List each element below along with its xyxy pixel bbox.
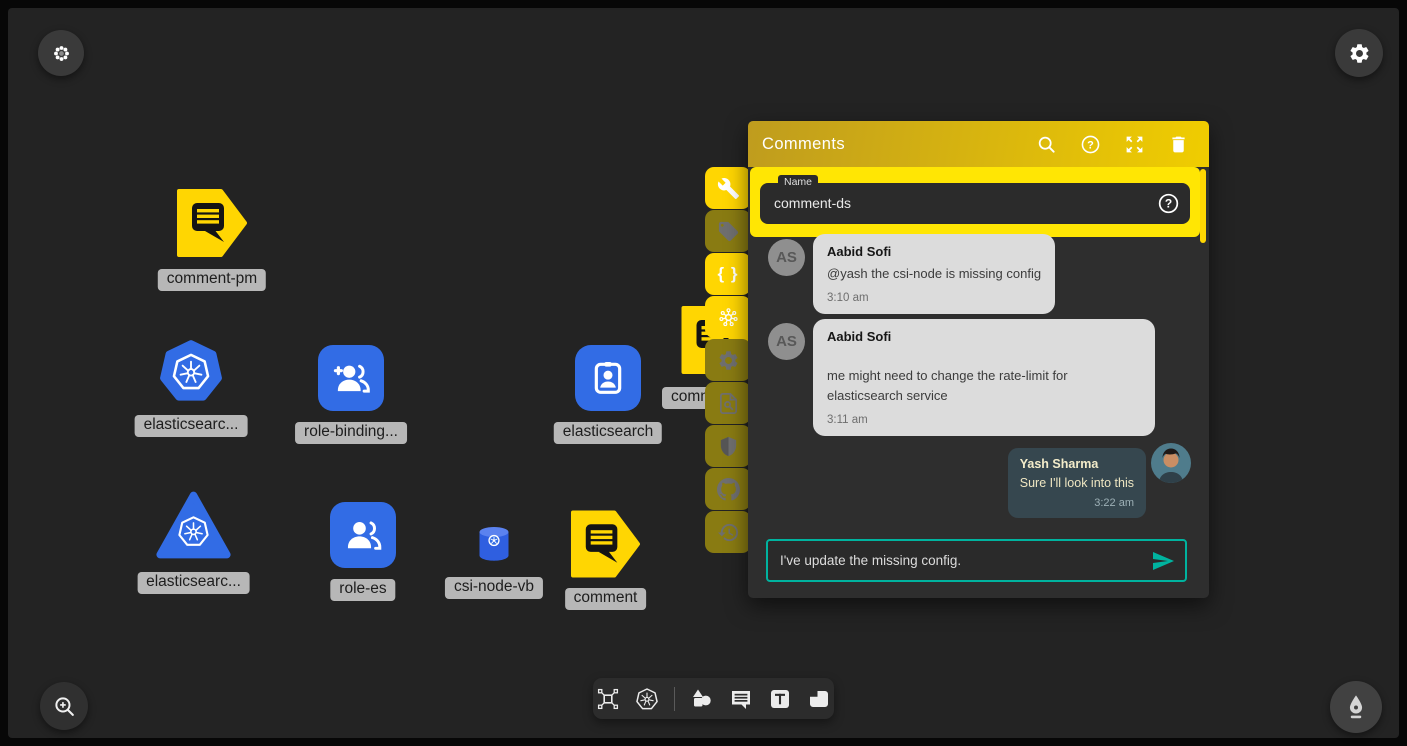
mesh-hub-button[interactable] — [705, 296, 751, 338]
avatar-initials: AS — [776, 333, 797, 350]
node-action-toolbar: { } — [705, 167, 751, 554]
comments-panel: Comments Name comment-ds AS Aabid Sofi — [748, 121, 1209, 598]
kubernetes-triangle-icon — [156, 491, 231, 559]
label-button[interactable] — [705, 210, 751, 252]
node-comment-pm[interactable]: comment-pm — [176, 188, 248, 258]
node-label: csi-node-vb — [445, 577, 543, 599]
pen-tool-button[interactable] — [1330, 681, 1382, 733]
name-input[interactable]: Name comment-ds — [760, 183, 1190, 224]
configure-button[interactable] — [705, 167, 751, 209]
settings-action-button[interactable] — [705, 339, 751, 381]
node-label: comment-pm — [158, 269, 266, 291]
node-role-es[interactable]: role-es — [330, 502, 396, 568]
node-label: elasticsearc... — [135, 415, 248, 437]
node-csi-node-vb[interactable]: csi-node-vb — [475, 525, 513, 563]
braces-icon: { } — [718, 264, 739, 284]
tag-icon — [717, 220, 740, 243]
storage-cylinder-icon — [475, 525, 513, 563]
application-window: comm comment-pm elasticsearc... — [0, 0, 1407, 746]
security-button[interactable] — [705, 425, 751, 467]
message-text: me might need to change the rate-limit f… — [827, 366, 1141, 406]
node-label: role-binding... — [295, 422, 407, 444]
zoom-button[interactable] — [40, 682, 88, 730]
role-binding-icon — [318, 345, 384, 411]
delete-icon[interactable] — [1168, 134, 1189, 155]
node-label: comment — [565, 588, 647, 610]
service-account-icon — [575, 345, 641, 411]
text-tool-icon[interactable] — [768, 687, 792, 711]
message-author: Yash Sharma — [1020, 457, 1134, 471]
name-field-label: Name — [778, 175, 818, 189]
panel-title: Comments — [762, 135, 1013, 154]
shapes-icon[interactable] — [690, 687, 714, 711]
message-time: 3:11 am — [827, 414, 1141, 426]
app-menu-button[interactable] — [38, 30, 84, 76]
gear-icon — [1348, 42, 1371, 65]
comment-message: Aabid Sofi @yash the csi-node is missing… — [813, 234, 1055, 314]
flower-burst-icon — [51, 43, 72, 64]
comment-tool-icon[interactable] — [729, 687, 753, 711]
gear-icon — [717, 349, 740, 372]
name-field-block: Name comment-ds — [750, 167, 1200, 237]
comment-node-icon — [570, 509, 641, 579]
help-icon[interactable] — [1080, 134, 1101, 155]
message-author: Aabid Sofi — [827, 329, 1141, 344]
settings-button[interactable] — [1335, 29, 1383, 77]
message-time: 3:22 am — [1020, 497, 1134, 509]
file-search-icon — [717, 392, 740, 415]
node-label: elasticsearch — [554, 422, 662, 444]
search-icon[interactable] — [1036, 134, 1057, 155]
inspect-resource-button[interactable] — [705, 382, 751, 424]
avatar: AS — [768, 323, 805, 360]
pen-nib-icon — [1342, 693, 1370, 721]
avatar-photo — [1151, 443, 1191, 483]
history-button[interactable] — [705, 511, 751, 553]
avatar-initials: AS — [776, 249, 797, 266]
node-role-binding[interactable]: role-binding... — [318, 345, 384, 411]
message-author: Aabid Sofi — [827, 244, 1041, 259]
comments-panel-header[interactable]: Comments — [748, 121, 1209, 167]
comment-input[interactable] — [768, 553, 1151, 568]
node-comment[interactable]: comment — [570, 509, 641, 579]
expand-icon[interactable] — [1124, 134, 1145, 155]
send-icon[interactable] — [1151, 549, 1175, 573]
node-label: role-es — [330, 579, 395, 601]
canvas-tools-toolbar — [593, 678, 834, 719]
zoom-in-icon — [52, 694, 77, 719]
avatar: AS — [768, 239, 805, 276]
help-icon[interactable] — [1157, 192, 1180, 215]
node-elasticsearch-triangle[interactable]: elasticsearc... — [156, 491, 231, 559]
node-elasticsearch-heptagon[interactable]: elasticsearc... — [158, 338, 224, 404]
kubernetes-icon[interactable] — [635, 687, 659, 711]
comment-composer — [766, 539, 1187, 582]
comment-message: Aabid Sofi me might need to change the r… — [813, 319, 1155, 436]
role-icon — [330, 502, 396, 568]
comment-message-reply: Yash Sharma Sure I'll look into this 3:2… — [1008, 448, 1146, 518]
shield-icon — [717, 435, 740, 458]
node-elasticsearch-serviceaccount[interactable]: elasticsearch — [575, 345, 641, 411]
comment-node-icon — [176, 188, 248, 258]
node-label: elasticsearc... — [137, 572, 250, 594]
image-tool-icon[interactable] — [807, 687, 831, 711]
message-text: Sure I'll look into this — [1020, 474, 1134, 493]
message-time: 3:10 am — [827, 292, 1041, 304]
panel-scrollbar-thumb[interactable] — [1200, 169, 1206, 243]
message-text: @yash the csi-node is missing config — [827, 264, 1041, 284]
toolbar-divider — [674, 687, 675, 711]
wrench-icon — [717, 177, 740, 200]
github-icon — [717, 478, 740, 501]
json-button[interactable]: { } — [705, 253, 751, 295]
history-icon — [717, 521, 740, 544]
kubernetes-icon — [158, 338, 224, 404]
name-field-value: comment-ds — [760, 183, 1190, 224]
mesh-hub-icon — [717, 306, 740, 329]
design-graph-icon[interactable] — [596, 687, 620, 711]
design-canvas[interactable]: comm comment-pm elasticsearc... — [8, 8, 1399, 738]
github-button[interactable] — [705, 468, 751, 510]
